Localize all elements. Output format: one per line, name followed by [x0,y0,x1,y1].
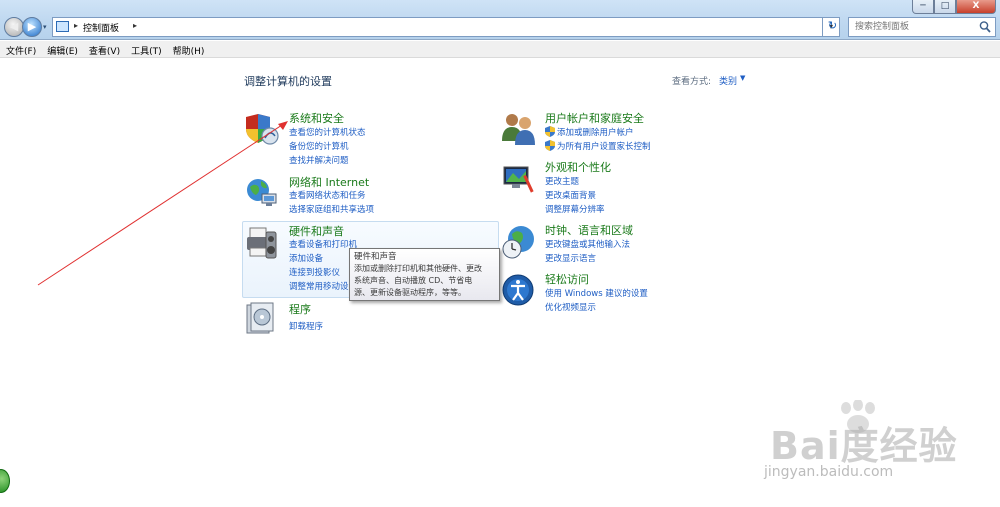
appearance-monitor-icon[interactable] [501,161,537,197]
link-view-computer-status[interactable]: 查看您的计算机状态 [289,126,366,138]
tooltip-title: 硬件和声音 [354,252,397,262]
baidu-watermark: Bai度经验 jingyan.baidu.com [760,400,980,492]
search-icon[interactable] [979,20,991,34]
back-arrow-icon: ◀ [9,20,19,33]
view-by-dropdown[interactable]: 类别 [719,74,737,87]
refresh-button[interactable]: ↻ [822,17,842,37]
category-appearance-title[interactable]: 外观和个性化 [545,159,611,175]
shield-icon[interactable] [244,111,280,147]
link-backup-computer[interactable]: 备份您的计算机 [289,140,349,152]
category-hardware-sound-title[interactable]: 硬件和声音 [289,223,344,239]
green-circle-icon [0,469,10,493]
recent-pages-dropdown[interactable]: ▾ [43,23,47,31]
uac-shield-icon [545,126,555,137]
network-globe-icon[interactable] [244,175,280,211]
clock-globe-icon[interactable] [501,224,537,260]
uac-shield-icon [545,140,555,151]
category-user-accounts-title[interactable]: 用户帐户和家庭安全 [545,110,644,126]
category-ease-of-access-title[interactable]: 轻松访问 [545,271,589,287]
link-change-display-language[interactable]: 更改显示语言 [545,252,596,264]
watermark-url: jingyan.baidu.com [764,464,894,480]
menu-tools[interactable]: 工具(T) [125,41,167,57]
window-controls: ─ □ X [912,0,996,14]
back-button[interactable]: ◀ [4,17,24,37]
control-panel-icon [56,21,69,32]
breadcrumb-control-panel[interactable]: 控制面板 [83,21,119,34]
programs-icon[interactable] [244,301,280,337]
link-homegroup-sharing[interactable]: 选择家庭组和共享选项 [289,203,374,215]
address-bar[interactable]: ▸ 控制面板 ▸ ▾ [52,17,840,37]
link-change-desktop-background[interactable]: 更改桌面背景 [545,189,596,201]
view-by-label: 查看方式: [672,77,712,87]
search-input[interactable] [855,20,975,34]
menu-help[interactable]: 帮助(H) [167,41,210,57]
search-box[interactable] [848,17,996,37]
maximize-button[interactable]: □ [934,0,956,14]
link-add-device[interactable]: 添加设备 [289,252,323,264]
link-optimize-visual-display[interactable]: 优化视频显示 [545,301,596,313]
page-title: 调整计算机的设置 [244,75,332,88]
menu-edit[interactable]: 编辑(E) [41,41,83,57]
link-devices-printers[interactable]: 查看设备和打印机 [289,238,357,250]
view-by-arrow-icon[interactable]: ▼ [740,74,745,82]
breadcrumb-separator-icon[interactable]: ▸ [133,21,137,30]
users-icon[interactable] [501,111,537,147]
tooltip-line: 添加或删除打印机和其他硬件、更改 [354,264,482,273]
printer-icon[interactable] [244,224,280,260]
menu-file[interactable]: 文件(F) [0,41,41,57]
category-network-title[interactable]: 网络和 Internet [289,174,369,190]
link-view-network-status[interactable]: 查看网络状态和任务 [289,189,366,201]
link-parental-controls[interactable]: 为所有用户设置家长控制 [557,140,651,152]
link-add-remove-users[interactable]: 添加或删除用户帐户 [557,126,634,138]
link-mobility-settings[interactable]: 调整常用移动设 [289,280,349,292]
window-titlebar: ─ □ X ◀ ▶ ▾ ▸ 控制面板 ▸ ▾ ↻ [0,0,1000,40]
link-connect-projector[interactable]: 连接到投影仪 [289,266,340,278]
menu-view[interactable]: 查看(V) [83,41,125,57]
hardware-tooltip: 硬件和声音 添加或删除打印机和其他硬件、更改 系统声音、自动播放 CD、节省电 … [349,248,500,301]
watermark-logo-text: Bai度经验 [770,424,958,468]
forward-arrow-icon: ▶ [27,20,37,33]
tooltip-line: 系统声音、自动播放 CD、节省电 [354,276,473,285]
link-troubleshoot[interactable]: 查找并解决问题 [289,154,349,166]
close-button[interactable]: X [956,0,996,14]
ease-of-access-icon[interactable] [501,272,537,308]
category-clock-region-title[interactable]: 时钟、语言和区域 [545,222,633,238]
link-windows-suggested-settings[interactable]: 使用 Windows 建议的设置 [545,287,648,299]
category-system-security-title[interactable]: 系统和安全 [289,110,344,126]
category-programs-title[interactable]: 程序 [289,301,311,317]
menu-bar: 文件(F) 编辑(E) 查看(V) 工具(T) 帮助(H) [0,41,1000,58]
breadcrumb-separator-icon[interactable]: ▸ [74,21,78,30]
forward-button[interactable]: ▶ [22,17,42,37]
link-adjust-resolution[interactable]: 调整屏幕分辨率 [545,203,605,215]
link-change-keyboard[interactable]: 更改键盘或其他输入法 [545,238,630,250]
tooltip-line: 源、更新设备驱动程序，等等。 [354,288,466,297]
link-uninstall-program[interactable]: 卸载程序 [289,320,323,332]
link-change-theme[interactable]: 更改主题 [545,175,579,187]
minimize-button[interactable]: ─ [912,0,934,14]
